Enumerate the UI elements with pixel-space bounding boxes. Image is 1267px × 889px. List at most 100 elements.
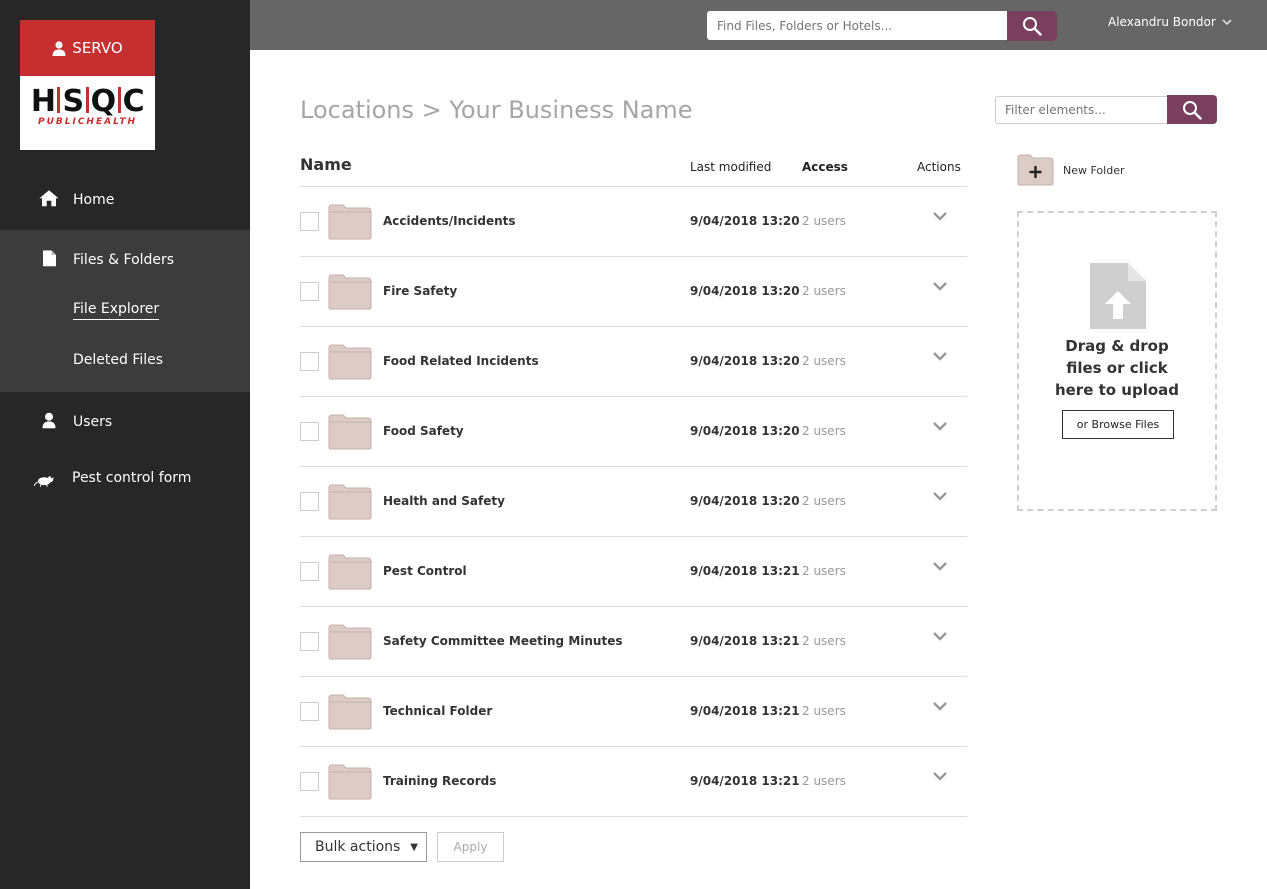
table-row[interactable]: Health and Safety 9/04/2018 13:20 2 user… — [300, 467, 967, 537]
table-row[interactable]: Training Records 9/04/2018 13:21 2 users — [300, 747, 967, 817]
folder-name[interactable]: Training Records — [383, 774, 496, 788]
brand-logo[interactable]: SERVO HSQC PUBLICHEALTH — [20, 20, 155, 150]
column-header-last-modified[interactable]: Last modified — [690, 160, 771, 174]
filter-search-button[interactable] — [1167, 95, 1217, 124]
sidebar-item-pest-control-form[interactable]: Pest control form — [0, 452, 250, 512]
last-modified: 9/04/2018 13:21 — [690, 704, 800, 718]
folder-name[interactable]: Food Safety — [383, 424, 464, 438]
row-checkbox[interactable] — [300, 562, 319, 581]
table-row[interactable]: Food Safety 9/04/2018 13:20 2 users — [300, 397, 967, 467]
hsqc-wordmark: HSQC — [30, 84, 145, 119]
column-header-actions: Actions — [917, 160, 961, 174]
folder-icon — [328, 204, 372, 240]
search-icon — [1023, 17, 1042, 36]
search-icon — [1183, 100, 1202, 120]
last-modified: 9/04/2018 13:21 — [690, 564, 800, 578]
column-header-name[interactable]: Name — [300, 155, 352, 174]
access-count[interactable]: 2 users — [802, 284, 846, 298]
table-row[interactable]: Food Related Incidents 9/04/2018 13:20 2… — [300, 327, 967, 397]
folder-icon — [328, 624, 372, 660]
table-row[interactable]: Accidents/Incidents 9/04/2018 13:20 2 us… — [300, 187, 967, 257]
chevron-down-icon[interactable] — [932, 281, 948, 291]
last-modified: 9/04/2018 13:20 — [690, 494, 800, 508]
table-row[interactable]: Technical Folder 9/04/2018 13:21 2 users — [300, 677, 967, 747]
row-checkbox[interactable] — [300, 632, 319, 651]
logo-subtitle: PUBLICHEALTH — [37, 117, 137, 127]
upload-dropzone[interactable]: Drag & drop files or click here to uploa… — [1017, 211, 1217, 511]
folder-name[interactable]: Safety Committee Meeting Minutes — [383, 634, 622, 648]
filter-elements-input[interactable] — [995, 96, 1168, 124]
user-name: Alexandru Bondor — [1108, 15, 1216, 29]
folder-icon — [328, 554, 372, 590]
chevron-down-icon[interactable] — [932, 631, 948, 641]
user-menu[interactable]: Alexandru Bondor — [1108, 15, 1232, 29]
access-count[interactable]: 2 users — [802, 214, 846, 228]
sidebar-item-label: Pest control form — [72, 470, 192, 486]
sidebar-item-label: Files & Folders — [73, 252, 175, 268]
global-search-button[interactable] — [1007, 11, 1057, 41]
row-checkbox[interactable] — [300, 352, 319, 371]
caret-down-icon: ▼ — [410, 842, 418, 853]
row-checkbox[interactable] — [300, 212, 319, 231]
folder-icon — [328, 344, 372, 380]
breadcrumb: Locations > Your Business Name — [300, 96, 693, 124]
user-icon — [52, 40, 66, 56]
access-count[interactable]: 2 users — [802, 774, 846, 788]
sidebar-item-home[interactable]: Home — [0, 170, 250, 230]
file-icon — [38, 250, 60, 267]
user-icon — [38, 412, 60, 429]
home-icon — [38, 190, 60, 207]
table-row[interactable]: Pest Control 9/04/2018 13:21 2 users — [300, 537, 967, 607]
dropzone-instructions: Drag & drop files or click here to uploa… — [1054, 337, 1180, 399]
chevron-down-icon[interactable] — [932, 351, 948, 361]
folder-name[interactable]: Pest Control — [383, 564, 467, 578]
folder-icon — [328, 694, 372, 730]
table-row[interactable]: Safety Committee Meeting Minutes 9/04/20… — [300, 607, 967, 677]
servo-label: SERVO — [72, 39, 123, 57]
table-row[interactable]: Fire Safety 9/04/2018 13:20 2 users — [300, 257, 967, 327]
folder-name[interactable]: Accidents/Incidents — [383, 214, 516, 228]
folder-name[interactable]: Fire Safety — [383, 284, 457, 298]
folder-icon — [328, 764, 372, 800]
last-modified: 9/04/2018 13:20 — [690, 354, 800, 368]
chevron-down-icon[interactable] — [932, 491, 948, 501]
folder-plus-icon — [1017, 154, 1054, 186]
bulk-actions-select[interactable]: Bulk actions ▼ — [300, 832, 427, 862]
access-count[interactable]: 2 users — [802, 494, 846, 508]
row-checkbox[interactable] — [300, 772, 319, 791]
chevron-down-icon[interactable] — [932, 561, 948, 571]
row-checkbox[interactable] — [300, 702, 319, 721]
top-bar: Alexandru Bondor — [250, 0, 1267, 50]
row-checkbox[interactable] — [300, 422, 319, 441]
sidebar-item-files-folders[interactable]: Files & Folders — [0, 230, 250, 290]
access-count[interactable]: 2 users — [802, 564, 846, 578]
sidebar-subitem-deleted-files[interactable]: Deleted Files — [73, 352, 163, 368]
folder-icon — [328, 414, 372, 450]
files-folders-group: Files & Folders File Explorer Deleted Fi… — [0, 230, 250, 392]
chevron-down-icon[interactable] — [932, 771, 948, 781]
folder-name[interactable]: Technical Folder — [383, 704, 492, 718]
folder-name[interactable]: Health and Safety — [383, 494, 505, 508]
servo-banner: SERVO — [20, 20, 155, 76]
chevron-down-icon[interactable] — [932, 701, 948, 711]
new-folder-button[interactable]: New Folder — [1017, 154, 1124, 186]
chevron-down-icon[interactable] — [932, 211, 948, 221]
sidebar-item-label: Users — [73, 414, 113, 430]
sidebar-subitem-file-explorer[interactable]: File Explorer — [73, 301, 160, 320]
apply-button[interactable]: Apply — [437, 832, 504, 862]
global-search-input[interactable] — [707, 11, 1007, 40]
sidebar-item-label: Home — [73, 192, 115, 208]
access-count[interactable]: 2 users — [802, 634, 846, 648]
new-folder-label: New Folder — [1063, 163, 1125, 177]
browse-files-button[interactable]: or Browse Files — [1062, 410, 1174, 439]
access-count[interactable]: 2 users — [802, 424, 846, 438]
folder-name[interactable]: Food Related Incidents — [383, 354, 539, 368]
access-count[interactable]: 2 users — [802, 354, 846, 368]
row-checkbox[interactable] — [300, 282, 319, 301]
access-count[interactable]: 2 users — [802, 704, 846, 718]
chevron-down-icon[interactable] — [932, 421, 948, 431]
column-header-access[interactable]: Access — [802, 160, 848, 174]
sidebar-item-users[interactable]: Users — [0, 392, 250, 452]
folder-icon — [328, 274, 372, 310]
row-checkbox[interactable] — [300, 492, 319, 511]
